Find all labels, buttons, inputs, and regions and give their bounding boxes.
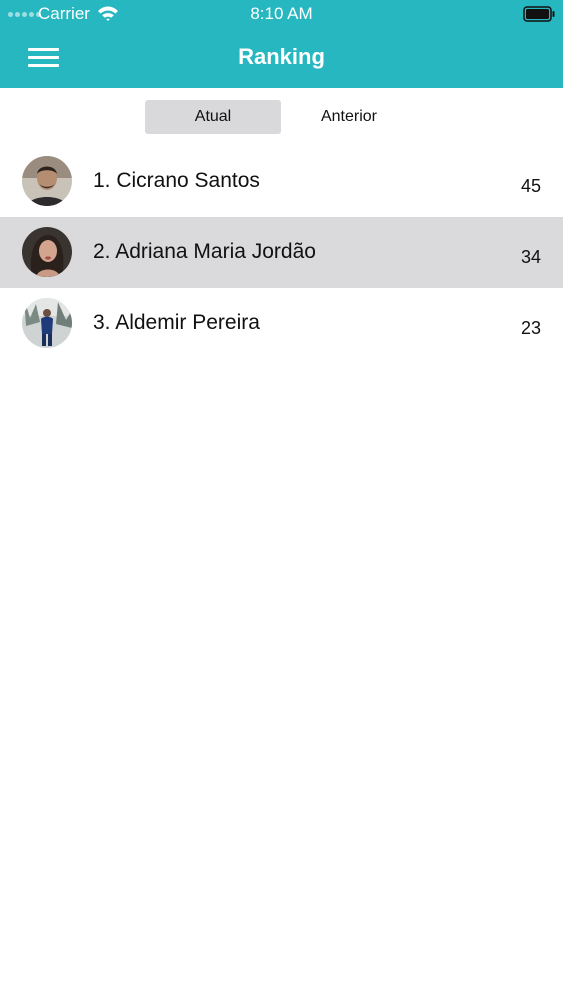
ranking-name: 3. Aldemir Pereira (93, 311, 260, 334)
period-segmented-control: Atual Anterior (145, 100, 417, 134)
ranking-name: 2. Adriana Maria Jordão (93, 240, 316, 263)
ranking-score: 34 (520, 247, 541, 267)
ranking-score: 23 (520, 318, 541, 338)
status-bar: Carrier 8:10 AM (0, 0, 563, 28)
app-header: Carrier 8:10 AM Ranking (0, 0, 563, 88)
tab-anterior[interactable]: Anterior (281, 100, 417, 134)
avatar (22, 156, 72, 206)
ranking-score: 45 (520, 176, 541, 196)
avatar (22, 227, 72, 277)
ranking-row[interactable]: 2. Adriana Maria Jordão 34 (0, 217, 563, 288)
ranking-row[interactable]: 3. Aldemir Pereira 23 (0, 288, 563, 359)
status-time: 8:10 AM (250, 4, 313, 23)
ranking-name: 1. Cicrano Santos (93, 169, 260, 192)
page-title: Ranking (238, 44, 325, 69)
ranking-list: 1. Cicrano Santos 45 2. Adriana Maria Jo… (0, 146, 563, 359)
avatar (22, 298, 72, 348)
ranking-row[interactable]: 1. Cicrano Santos 45 (0, 146, 563, 217)
tab-atual[interactable]: Atual (145, 100, 281, 134)
battery-icon (523, 6, 555, 22)
